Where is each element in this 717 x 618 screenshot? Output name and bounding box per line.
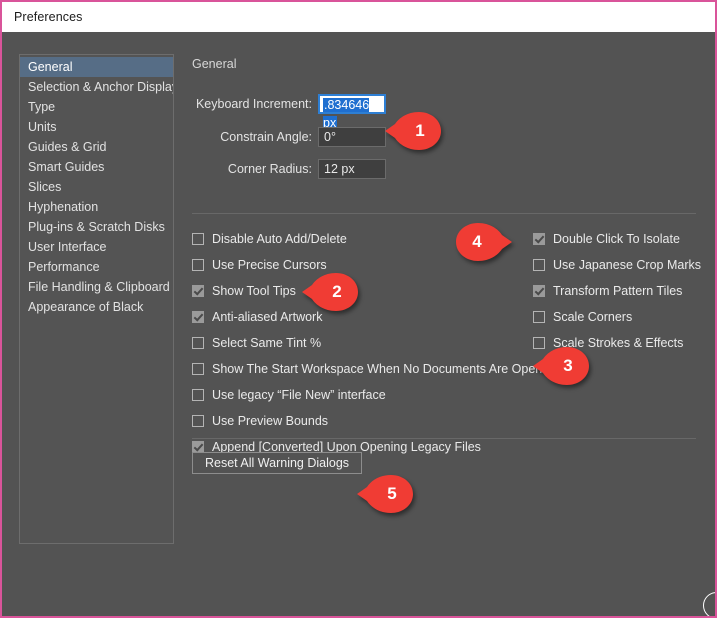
sidebar-item-label: Appearance of Black — [28, 300, 144, 314]
empty-checkbox-icon[interactable] — [192, 389, 204, 401]
field-value: 0° — [324, 130, 336, 144]
separator-top — [192, 213, 696, 214]
settings-pane: General Keyboard Increment: .834646 px Con… — [192, 32, 715, 616]
sidebar-item-label: User Interface — [28, 240, 107, 254]
sidebar-item-label: Guides & Grid — [28, 140, 107, 154]
checkmark-icon[interactable] — [192, 311, 204, 323]
sidebar-item-appearance-of-black[interactable]: Appearance of Black — [20, 297, 173, 317]
reset-all-warning-dialogs-button[interactable]: Reset All Warning Dialogs — [192, 452, 363, 474]
corner-radius-input[interactable]: 12 px — [318, 159, 386, 179]
separator-bottom — [192, 438, 696, 439]
checkbox-double-click-to-isolate[interactable]: Double Click To Isolate — [533, 226, 701, 252]
sidebar-item-label: File Handling & Clipboard — [28, 280, 170, 294]
page-title: General — [192, 57, 237, 71]
sidebar-item-units[interactable]: Units — [20, 117, 173, 137]
sidebar-item-label: Selection & Anchor Display — [28, 80, 174, 94]
title-bar: Preferences — [2, 2, 715, 32]
dialog-body: General Selection & Anchor Display Type Uni… — [2, 32, 715, 616]
checkbox-label: Disable Auto Add/Delete — [212, 232, 347, 246]
sidebar-item-file-handling-clipboard[interactable]: File Handling & Clipboard — [20, 277, 173, 297]
checkbox-label: Use Japanese Crop Marks — [553, 258, 701, 272]
checkbox-label: Show The Start Workspace When No Documen… — [212, 362, 543, 376]
sidebar-item-label: Units — [28, 120, 57, 134]
checkmark-icon[interactable] — [533, 233, 545, 245]
checkbox-label: Show Tool Tips — [212, 284, 296, 298]
selected-value-text: .834646 px — [323, 98, 370, 130]
callout-marker-4: 4 — [456, 222, 512, 262]
checkbox-label: Double Click To Isolate — [553, 232, 680, 246]
window-title: Preferences — [14, 10, 83, 24]
checkmark-icon[interactable] — [192, 285, 204, 297]
marker-number: 4 — [472, 232, 482, 251]
field-row: Corner Radius: 12 px — [192, 159, 386, 179]
marker-number: 5 — [387, 484, 397, 503]
checkbox-show-tool-tips[interactable]: Show Tool Tips — [192, 278, 542, 304]
ok-button[interactable]: OK — [703, 592, 715, 616]
checkbox-label: Anti-aliased Artwork — [212, 310, 323, 324]
sidebar-item-plug-ins-scratch-disks[interactable]: Plug-ins & Scratch Disks — [20, 217, 173, 237]
category-list[interactable]: General Selection & Anchor Display Type Uni… — [19, 54, 174, 544]
sidebar-item-guides-grid[interactable]: Guides & Grid — [20, 137, 173, 157]
sidebar-item-type[interactable]: Type — [20, 97, 173, 117]
empty-checkbox-icon[interactable] — [192, 259, 204, 271]
marker-number: 2 — [332, 282, 342, 301]
callout-marker-2: 2 — [302, 272, 358, 312]
sidebar-item-slices[interactable]: Slices — [20, 177, 173, 197]
checkmark-icon[interactable] — [533, 285, 545, 297]
empty-checkbox-icon[interactable] — [533, 311, 545, 323]
empty-checkbox-icon[interactable] — [192, 337, 204, 349]
checkbox-label: Transform Pattern Tiles — [553, 284, 683, 298]
callout-marker-3: 3 — [533, 346, 589, 386]
checkbox-label: Select Same Tint % — [212, 336, 322, 350]
empty-checkbox-icon[interactable] — [192, 363, 204, 375]
field-label: Constrain Angle: — [220, 130, 312, 144]
sidebar-item-selection-anchor-display[interactable]: Selection & Anchor Display — [20, 77, 173, 97]
checkbox-use-preview-bounds[interactable]: Use Preview Bounds — [192, 408, 542, 434]
callout-marker-1: 1 — [385, 111, 441, 151]
sidebar-item-performance[interactable]: Performance — [20, 257, 173, 277]
callout-marker-5: 5 — [357, 474, 413, 514]
checkbox-label: Scale Corners — [553, 310, 633, 324]
empty-checkbox-icon[interactable] — [192, 233, 204, 245]
sidebar-item-label: General — [28, 60, 73, 74]
sidebar-item-label: Hyphenation — [28, 200, 99, 214]
sidebar-item-label: Plug-ins & Scratch Disks — [28, 220, 165, 234]
field-value: 12 px — [324, 162, 355, 176]
marker-number: 3 — [563, 356, 573, 375]
checkbox-column-right: Double Click To Isolate Use Japanese Crop… — [533, 226, 701, 356]
checkbox-show-the-start-workspace-when-no-documents-are-open[interactable]: Show The Start Workspace When No Documen… — [192, 356, 542, 382]
empty-checkbox-icon[interactable] — [533, 259, 545, 271]
constrain-angle-input[interactable]: 0° — [318, 127, 386, 147]
sidebar-item-label: Type — [28, 100, 56, 114]
checkbox-scale-corners[interactable]: Scale Corners — [533, 304, 701, 330]
marker-number: 1 — [415, 121, 425, 140]
checkbox-label: Use Precise Cursors — [212, 258, 327, 272]
sidebar-item-user-interface[interactable]: User Interface — [20, 237, 173, 257]
checkbox-label: Use legacy “File New” interface — [212, 388, 386, 402]
sidebar-item-label: Slices — [28, 180, 62, 194]
checkbox-use-japanese-crop-marks[interactable]: Use Japanese Crop Marks — [533, 252, 701, 278]
checkbox-label: Use Preview Bounds — [212, 414, 329, 428]
checkbox-use-legacy-file-new-interface[interactable]: Use legacy “File New” interface — [192, 382, 542, 408]
checkbox-select-same-tint[interactable]: Select Same Tint % — [192, 330, 542, 356]
field-label: Corner Radius: — [227, 162, 312, 176]
sidebar-item-hyphenation[interactable]: Hyphenation — [20, 197, 173, 217]
empty-checkbox-icon[interactable] — [192, 415, 204, 427]
field-row: Constrain Angle: 0° — [192, 127, 386, 147]
checkbox-anti-aliased-artwork[interactable]: Anti-aliased Artwork — [192, 304, 542, 330]
field-label: Keyboard Increment: — [195, 97, 312, 111]
sidebar-item-label: Performance — [28, 260, 100, 274]
sidebar-item-general[interactable]: General — [20, 57, 173, 77]
sidebar-item-label: Smart Guides — [28, 160, 105, 174]
keyboard-increment-input[interactable]: .834646 px — [318, 94, 386, 130]
checkbox-transform-pattern-tiles[interactable]: Transform Pattern Tiles — [533, 278, 701, 304]
field-row: Keyboard Increment: .834646 px — [192, 94, 386, 130]
preferences-dialog-window: Preferences General Selection & Anchor Di… — [0, 0, 717, 618]
sidebar-item-smart-guides[interactable]: Smart Guides — [20, 157, 173, 177]
